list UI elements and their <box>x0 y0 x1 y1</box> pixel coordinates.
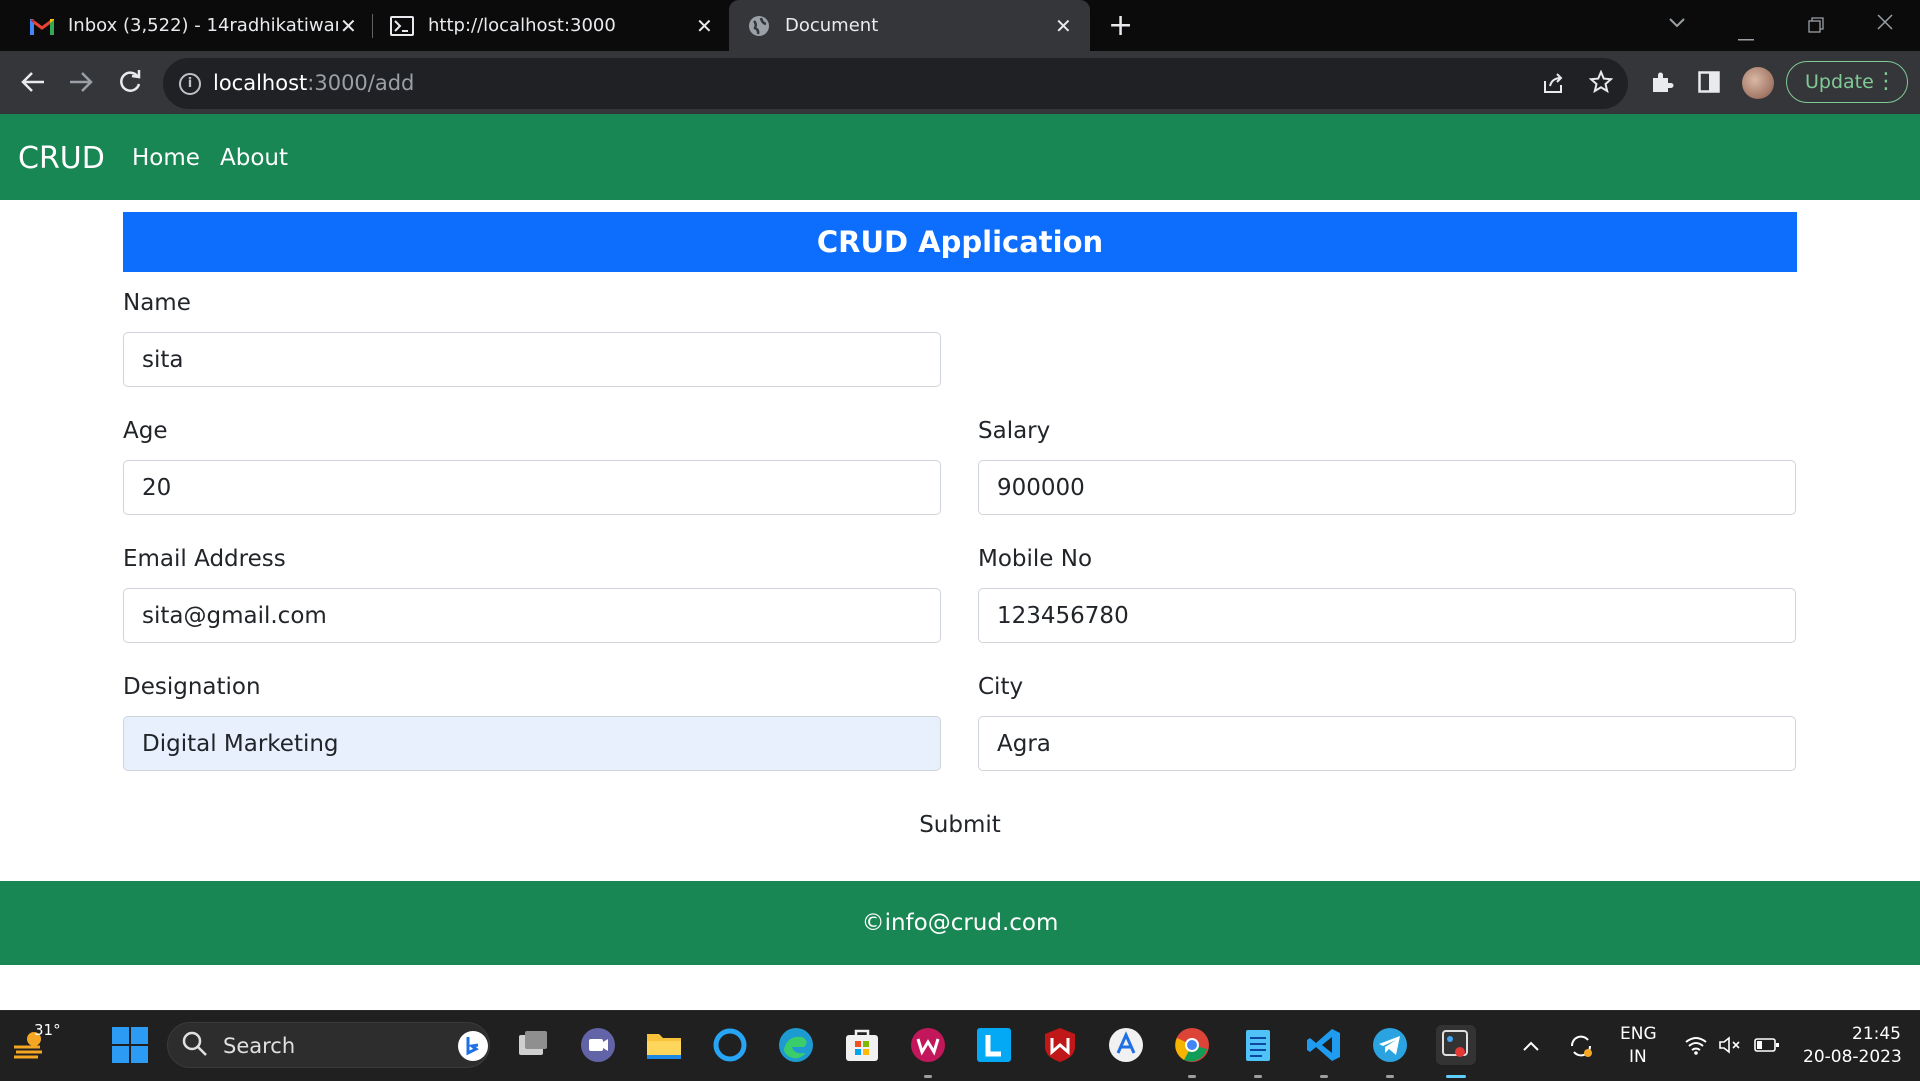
sync-icon[interactable] <box>1568 1033 1594 1063</box>
snipping-tool-icon[interactable] <box>1436 1025 1476 1065</box>
extensions-icon[interactable] <box>1650 70 1674 99</box>
mobile-label: Mobile No <box>978 546 1093 572</box>
city-input[interactable] <box>978 716 1796 771</box>
new-tab-button[interactable]: + <box>1108 8 1133 43</box>
name-input[interactable] <box>123 332 941 387</box>
mcafee-icon[interactable] <box>1040 1025 1080 1065</box>
email-input[interactable] <box>123 588 941 643</box>
close-tab-icon[interactable]: ✕ <box>696 14 713 38</box>
speaker-muted-icon[interactable] <box>1718 1035 1742 1059</box>
navbar-brand[interactable]: CRUD <box>18 141 105 176</box>
designation-label: Designation <box>123 674 261 700</box>
url-host: localhost <box>213 71 308 95</box>
search-placeholder: Search <box>223 1034 296 1058</box>
chevron-up-icon[interactable] <box>1522 1037 1540 1056</box>
running-indicator <box>1446 1075 1466 1078</box>
back-arrow-icon[interactable] <box>20 70 46 99</box>
submit-button[interactable]: Submit <box>900 805 1020 845</box>
site-info-icon[interactable]: i <box>179 73 201 95</box>
tab-separator <box>372 14 373 38</box>
update-button[interactable]: Update ⋮ <box>1786 61 1908 103</box>
tab-title: Inbox (3,522) - 14radhikatiwari@ <box>68 15 338 36</box>
email-label: Email Address <box>123 546 286 572</box>
url-path: :3000/add <box>307 71 415 95</box>
microsoft-store-icon[interactable] <box>842 1025 882 1065</box>
tab-search-icon[interactable] <box>1668 10 1686 35</box>
l-app-icon[interactable] <box>974 1025 1014 1065</box>
age-input[interactable] <box>123 460 941 515</box>
close-window-icon[interactable] <box>1876 12 1894 37</box>
running-indicator <box>1320 1075 1328 1078</box>
page-footer: ©info@crud.com <box>0 881 1920 965</box>
running-indicator <box>924 1075 932 1078</box>
teams-chat-icon[interactable] <box>578 1025 618 1065</box>
url-text[interactable]: localhost:3000/add <box>213 71 414 95</box>
wifi-icon[interactable] <box>1684 1035 1708 1059</box>
bookmark-star-icon[interactable] <box>1588 69 1614 99</box>
tab-document[interactable]: Document ✕ <box>729 0 1090 51</box>
running-indicator <box>1386 1075 1394 1078</box>
battery-icon[interactable] <box>1754 1037 1780 1057</box>
forward-arrow-icon[interactable] <box>68 70 94 99</box>
taskbar-search[interactable]: Search <box>167 1022 490 1068</box>
task-view-icon[interactable] <box>513 1025 553 1065</box>
nav-link-about[interactable]: About <box>220 145 288 171</box>
minimize-icon[interactable] <box>1738 22 1754 47</box>
running-indicator <box>1254 1075 1262 1078</box>
gmail-icon <box>30 17 54 35</box>
share-icon[interactable] <box>1541 71 1565 100</box>
age-label: Age <box>123 418 168 444</box>
browser-toolbar: i localhost:3000/add Update ⋮ <box>0 51 1920 114</box>
side-panel-icon[interactable] <box>1698 71 1720 98</box>
clock-time[interactable]: 21:45 <box>1852 1024 1901 1044</box>
address-bar[interactable]: i localhost:3000/add <box>163 58 1628 109</box>
name-label: Name <box>123 290 191 316</box>
page-title: CRUD Application <box>123 212 1797 272</box>
designation-input[interactable] <box>123 716 941 771</box>
start-windows-icon[interactable] <box>110 1025 150 1065</box>
restore-icon[interactable] <box>1808 14 1824 39</box>
close-tab-icon[interactable]: ✕ <box>1055 14 1072 38</box>
telegram-icon[interactable] <box>1370 1025 1410 1065</box>
tab-localhost[interactable]: http://localhost:3000 ✕ <box>376 0 721 51</box>
salary-input[interactable] <box>978 460 1796 515</box>
globe-icon <box>749 15 769 36</box>
windows-taskbar: 31° Search ENG IN 21:45 20-08-2023 <box>0 1010 1920 1081</box>
browser-tab-bar: Inbox (3,522) - 14radhikatiwari@ ✕ http:… <box>0 0 1920 51</box>
more-menu-icon[interactable]: ⋮ <box>1875 62 1897 102</box>
update-label: Update <box>1805 71 1874 93</box>
app-installer-icon[interactable] <box>1106 1025 1146 1065</box>
language-code[interactable]: ENG <box>1620 1024 1657 1044</box>
chrome-icon[interactable] <box>1172 1025 1212 1065</box>
mobile-input[interactable] <box>978 588 1796 643</box>
clock-date[interactable]: 20-08-2023 <box>1803 1047 1902 1067</box>
tab-gmail[interactable]: Inbox (3,522) - 14radhikatiwari@ ✕ <box>18 0 368 51</box>
file-explorer-icon[interactable] <box>644 1025 684 1065</box>
bing-icon[interactable] <box>458 1031 488 1061</box>
salary-label: Salary <box>978 418 1051 444</box>
notepad-icon[interactable] <box>1238 1025 1278 1065</box>
terminal-icon <box>390 15 414 36</box>
reload-icon[interactable] <box>117 69 143 100</box>
edge-icon[interactable] <box>776 1025 816 1065</box>
search-icon <box>182 1031 208 1063</box>
weather-temp: 31° <box>34 1021 61 1039</box>
city-label: City <box>978 674 1024 700</box>
nav-link-home[interactable]: Home <box>132 145 200 171</box>
language-region[interactable]: IN <box>1629 1047 1647 1067</box>
close-tab-icon[interactable]: ✕ <box>340 14 357 38</box>
tab-title: http://localhost:3000 <box>428 15 616 36</box>
running-indicator <box>1188 1075 1196 1078</box>
profile-avatar[interactable] <box>1742 67 1774 99</box>
vscode-icon[interactable] <box>1304 1025 1344 1065</box>
cortana-icon[interactable] <box>710 1025 750 1065</box>
wps-office-icon[interactable] <box>908 1025 948 1065</box>
app-navbar: CRUD Home About <box>0 114 1920 200</box>
tab-title: Document <box>785 15 879 36</box>
